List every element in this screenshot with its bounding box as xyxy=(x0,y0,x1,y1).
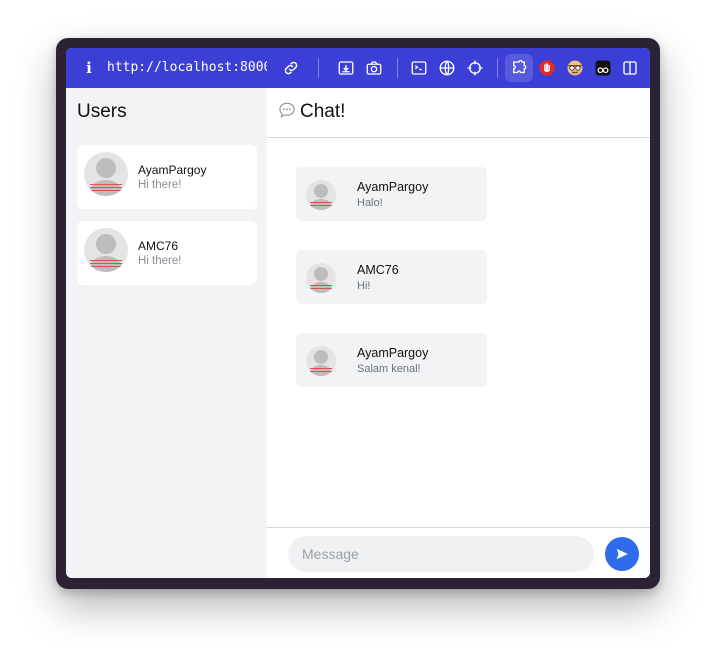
chat-header: Chat! xyxy=(267,88,650,138)
speech-bubble-icon xyxy=(279,102,295,118)
link-icon[interactable] xyxy=(279,56,303,80)
user-name: AyamPargoy xyxy=(138,163,207,177)
avatar xyxy=(306,180,336,210)
browser-window: i http://localhost:8000/c... xyxy=(56,38,660,589)
browser-frame: i http://localhost:8000/c... xyxy=(66,48,650,578)
disguise-icon[interactable] xyxy=(563,56,587,80)
crosshair-icon[interactable] xyxy=(463,56,487,80)
viewer-icon[interactable] xyxy=(591,56,615,80)
chat-panel: Chat! AyamPargoy Halo! AMC76 Hi! AyamPar… xyxy=(267,88,650,578)
message-text: Hi! xyxy=(357,280,371,292)
user-name: AMC76 xyxy=(138,239,179,253)
user-last-message: Hi there! xyxy=(138,179,182,191)
send-button[interactable] xyxy=(605,537,639,571)
avatar xyxy=(306,346,336,376)
toolbar-divider xyxy=(397,58,398,78)
info-icon[interactable]: i xyxy=(82,58,96,78)
url-bar[interactable]: http://localhost:8000/c... xyxy=(107,60,267,76)
browser-toolbar: i http://localhost:8000/c... xyxy=(66,48,650,88)
chat-title: Chat! xyxy=(300,101,346,122)
message-sender: AyamPargoy xyxy=(357,180,429,194)
split-view-icon[interactable] xyxy=(618,56,642,80)
extensions-icon[interactable] xyxy=(505,54,533,82)
toolbar-divider xyxy=(497,58,498,78)
chat-message: AyamPargoy Salam kenal! xyxy=(296,333,487,387)
avatar xyxy=(84,152,128,196)
send-icon xyxy=(616,548,628,560)
message-sender: AMC76 xyxy=(357,263,399,277)
avatar xyxy=(84,228,128,272)
message-sender: AyamPargoy xyxy=(357,346,429,360)
download-icon[interactable] xyxy=(334,56,358,80)
chat-message: AMC76 Hi! xyxy=(296,250,487,304)
message-text: Salam kenal! xyxy=(357,363,421,375)
chat-message: AyamPargoy Halo! xyxy=(296,167,487,221)
sidebar-title: Users xyxy=(77,101,127,122)
terminal-icon[interactable] xyxy=(407,56,431,80)
users-sidebar: Users AyamPargoy Hi there! AMC76 Hi ther… xyxy=(66,88,267,578)
message-text: Halo! xyxy=(357,197,383,209)
message-input[interactable] xyxy=(288,536,594,572)
user-last-message: Hi there! xyxy=(138,255,182,267)
globe-icon[interactable] xyxy=(435,56,459,80)
message-composer xyxy=(267,527,650,578)
user-card[interactable]: AMC76 Hi there! xyxy=(77,221,257,285)
avatar xyxy=(306,263,336,293)
stop-hand-icon[interactable] xyxy=(535,56,559,80)
camera-icon[interactable] xyxy=(362,56,386,80)
user-card[interactable]: AyamPargoy Hi there! xyxy=(77,145,257,209)
toolbar-divider xyxy=(318,58,319,78)
